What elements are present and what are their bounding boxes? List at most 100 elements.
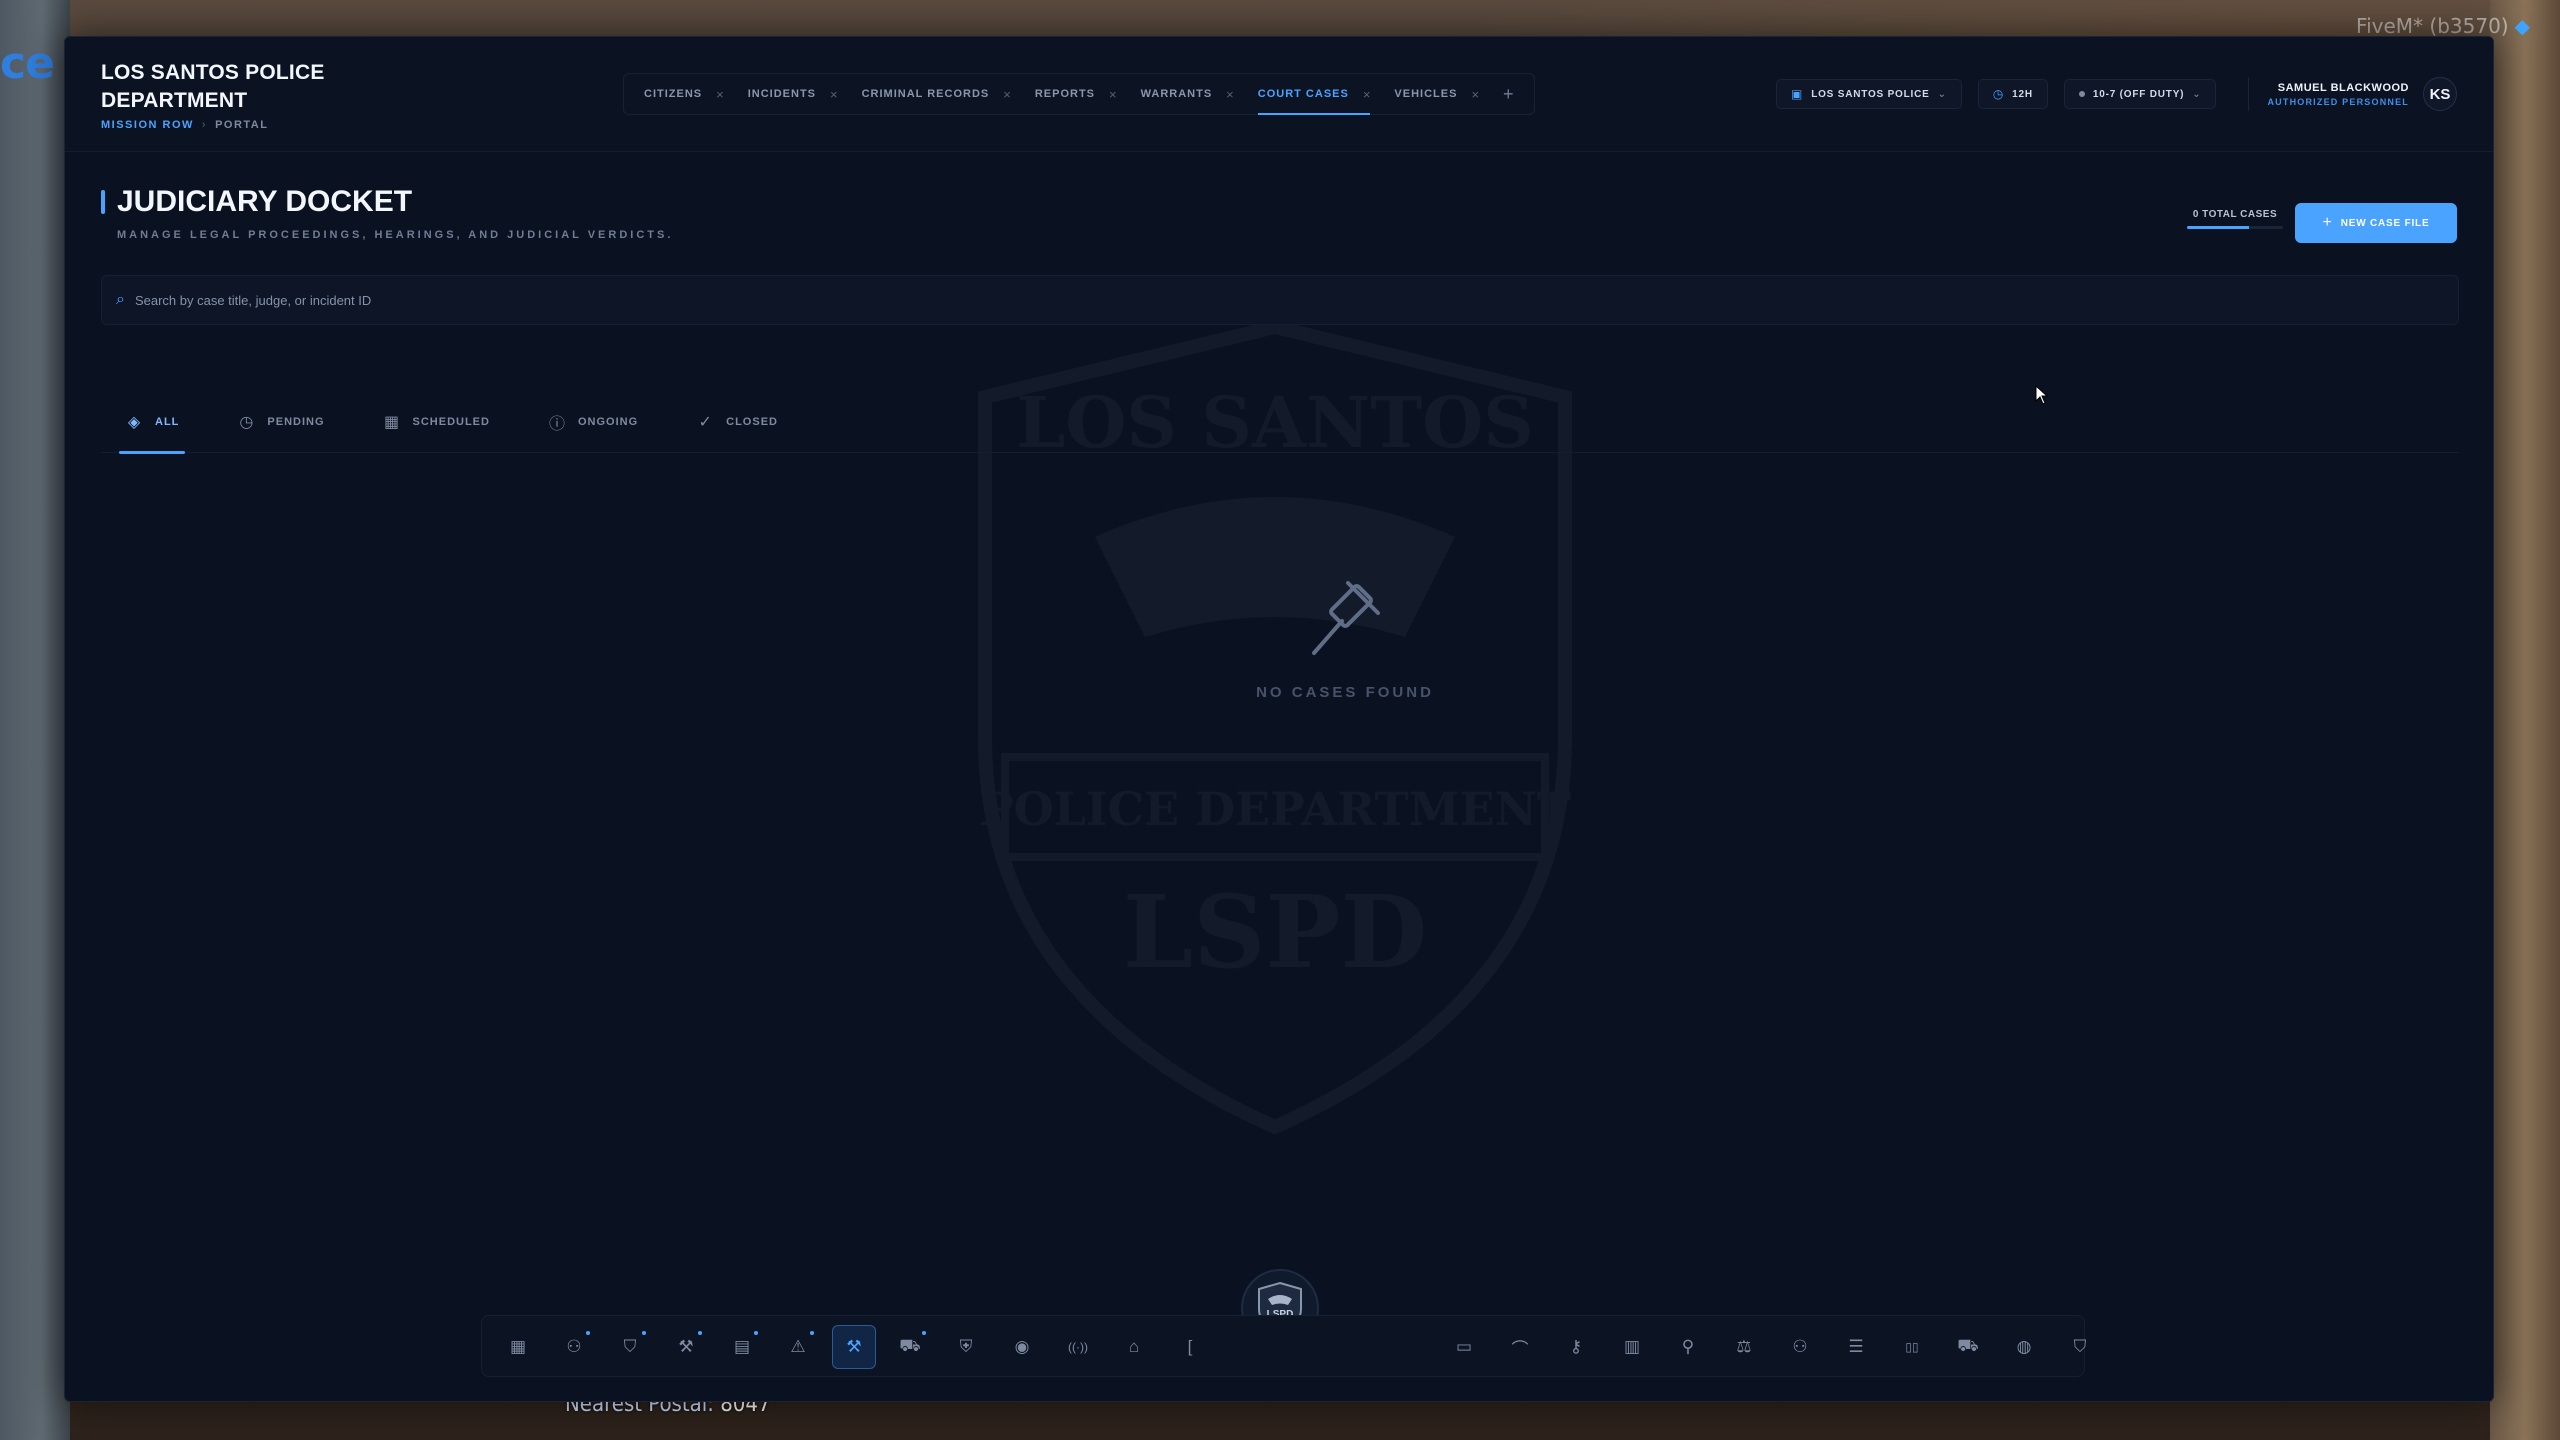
close-icon[interactable]: × [716,87,724,102]
database-icon[interactable]: ☰ [1834,1325,1878,1369]
mdt-window: LOS SANTOS POLICE DEPARTMENT MISSION ROW… [64,36,2494,1402]
user-name: SAMUEL BLACKWOOD [2277,81,2409,94]
status-filters: ◈ ALL ◷ PENDING ▦ SCHEDULED ⓘ ONGOING ✓ CLOSED [101,391,2459,454]
avatar[interactable]: KS [2423,77,2457,111]
backdrop-wall-right [2490,0,2560,1440]
chevron-down-icon: ⌄ [2192,88,2202,100]
user-role: AUTHORIZED PERSONNEL [2267,96,2409,107]
notification-dot [754,1331,758,1335]
radio-icon[interactable]: ((·)) [1056,1325,1100,1369]
header-controls: ▣ LOS SANTOS POLICE ⌄ ◷ 12H 10-7 (OFF DU… [1776,77,2457,111]
filter-pending[interactable]: ◷ PENDING [237,391,324,453]
tab-label: CRIMINAL RECORDS [861,88,990,100]
book-icon[interactable]: ▯▯ [1890,1325,1934,1369]
key-icon[interactable]: ⚷ [1554,1325,1598,1369]
notification-dot [586,1331,590,1335]
close-icon[interactable]: × [830,87,838,102]
calendar-icon: ▦ [383,413,400,431]
dashboard-icon[interactable]: ▦ [496,1325,540,1369]
page-title: JUDICIARY DOCKET [117,185,413,218]
plus-icon: + [2322,214,2333,231]
close-icon[interactable]: × [1226,87,1234,102]
filter-ongoing[interactable]: ⓘ ONGOING [548,391,638,453]
search-input[interactable] [134,292,2458,308]
brand-title: LOS SANTOS POLICE DEPARTMENT [101,61,325,112]
badge-icon[interactable]: ⛨ [944,1325,988,1369]
layers-icon: ◈ [127,413,141,431]
status-dot-icon [2078,91,2085,97]
mouse-cursor-icon [2035,385,2049,405]
clock-icon: ◷ [239,413,254,431]
total-cases-label: 0 TOTAL CASES [2192,209,2278,220]
new-case-file-button[interactable]: + NEW CASE FILE [2295,203,2457,243]
users-icon[interactable]: ⚇ [552,1325,596,1369]
user-plus-icon[interactable]: ⚲ [1666,1325,1710,1369]
filter-label: PENDING [267,415,325,428]
breadcrumb-separator: › [201,119,208,131]
gem-icon: ◆ [2514,14,2530,38]
close-icon[interactable]: × [1471,87,1479,102]
tab-reports[interactable]: REPORTS × [1023,74,1129,114]
add-tab-icon[interactable]: + [1491,84,1526,105]
building-icon: ▣ [1791,87,1804,101]
gavel-icon[interactable]: ⚒ [664,1325,708,1369]
palette-icon[interactable]: ◍ [2002,1325,2046,1369]
alert-circle-icon: ⓘ [548,415,565,433]
duty-status-label: 10-7 (OFF DUTY) [2092,88,2185,100]
filter-label: CLOSED [726,415,778,428]
mdt-header: LOS SANTOS POLICE DEPARTMENT MISSION ROW… [65,37,2493,152]
file-icon[interactable]: ▤ [720,1325,764,1369]
scale-icon[interactable]: ⚖ [1722,1325,1766,1369]
notification-dot [698,1331,702,1335]
clock-icon: ◷ [1992,87,2005,101]
graduation-icon[interactable]: ⌒ [1498,1325,1542,1369]
watermark-bottom-text: LSPD [1123,873,1427,991]
brand-portal: PORTAL [215,119,269,131]
message-icon[interactable]: ▭ [1442,1325,1486,1369]
close-icon[interactable]: × [1363,87,1371,102]
clock-format-label: 12H [2012,88,2033,100]
tab-citizens[interactable]: CITIZENS × [632,74,736,114]
duty-status-selector[interactable]: 10-7 (OFF DUTY) ⌄ [2063,79,2217,109]
filter-label: ONGOING [577,415,639,428]
clock-format-toggle[interactable]: ◷ 12H [1977,79,2048,109]
department-label: LOS SANTOS POLICE [1811,88,1930,100]
gavel-active-icon[interactable]: ⚒ [832,1325,876,1369]
department-selector[interactable]: ▣ LOS SANTOS POLICE ⌄ [1776,79,1962,109]
shield-check-icon[interactable]: ⛉ [2058,1325,2102,1369]
filter-scheduled[interactable]: ▦ SCHEDULED [383,391,490,453]
tab-label: VEHICLES [1394,88,1458,100]
bracket-icon[interactable]: [ [1168,1325,1212,1369]
user-profile[interactable]: SAMUEL BLACKWOOD AUTHORIZED PERSONNEL KS [2248,77,2457,111]
home-icon[interactable]: ⌂ [1112,1325,1156,1369]
brand: LOS SANTOS POLICE DEPARTMENT MISSION ROW… [101,59,401,131]
close-icon[interactable]: × [1109,87,1117,102]
close-icon[interactable]: × [1003,87,1011,102]
warning-icon[interactable]: ⚠ [776,1325,820,1369]
briefcase-icon[interactable]: ▥ [1610,1325,1654,1369]
tab-warrants[interactable]: WARRANTS × [1129,74,1246,114]
gavel-icon [1312,581,1380,655]
tab-vehicles[interactable]: VEHICLES × [1382,74,1491,114]
tab-criminal-records[interactable]: CRIMINAL RECORDS × [850,74,1023,114]
new-case-file-label: NEW CASE FILE [2340,217,2430,229]
tab-label: REPORTS [1034,88,1096,100]
car-icon[interactable]: ⛟ [888,1325,932,1369]
people-icon[interactable]: ⚇ [1778,1325,1822,1369]
notification-dot [642,1331,646,1335]
notification-dot [922,1331,926,1335]
camera-icon[interactable]: ◉ [1000,1325,1044,1369]
filter-label: ALL [155,415,180,428]
page-subtitle: MANAGE LEGAL PROCEEDINGS, HEARINGS, AND … [117,229,674,241]
shield-icon[interactable]: ⛉ [608,1325,652,1369]
tab-label: INCIDENTS [747,88,816,100]
check-circle-icon: ✓ [698,413,712,431]
case-search: ⌕ [101,275,2459,325]
filter-closed[interactable]: ✓ CLOSED [696,391,778,453]
tab-incidents[interactable]: INCIDENTS × [736,74,850,114]
module-tabs: CITIZENS × INCIDENTS × CRIMINAL RECORDS × REPO… [623,73,1535,115]
tab-court-cases[interactable]: COURT CASES × [1246,74,1383,115]
filter-all[interactable]: ◈ ALL [118,391,186,454]
app-dock: ▦ ⚇ ⛉ ⚒ ▤ ⚠ ⚒ ⛟ ⛨ ◉ ((·)) ⌂[▭ ⌒ ⚷ ▥ ⚲ ⚖ ⚇ ☰ ▯▯ ⛟ ◍ ⛉ [481,1315,2086,1377]
truck-icon[interactable]: ⛟ [1946,1325,1990,1369]
